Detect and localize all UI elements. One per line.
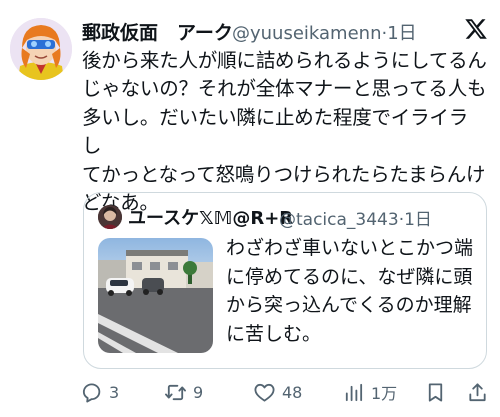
quoted-tweet-card[interactable]: ユースケ𝕏𝕄@R+R @tacica_3443·1日 わざわざ車いないとこかつ端… (83, 192, 487, 369)
author-name[interactable]: 郵政仮面 アーク (82, 18, 233, 45)
quoted-media-thumbnail[interactable] (98, 238, 213, 353)
reply-icon (82, 382, 101, 403)
share-icon (469, 382, 486, 401)
share-button[interactable] (466, 378, 489, 406)
bookmark-icon (428, 382, 443, 402)
quoted-author-avatar (98, 205, 122, 229)
tweet-action-bar: 3 9 48 1万 (80, 378, 492, 406)
quoted-tweet-text: わざわざ車いないとこかつ端 に停めてるのに、なぜ隣に頭 から突っ込んでくるのか理… (226, 237, 474, 345)
retweet-count: 9 (193, 382, 204, 402)
retweet-button[interactable]: 9 (164, 378, 203, 406)
like-button[interactable]: 48 (253, 378, 302, 406)
views-icon (345, 383, 363, 401)
quoted-timestamp: 1日 (404, 210, 432, 230)
quoted-author-meta: @tacica_3443·1日 (279, 205, 432, 230)
tweet-header: 郵政仮面 アーク @yuuseikamenn·1日 (82, 17, 490, 45)
quoted-avatar-image (98, 205, 122, 229)
author-handle[interactable]: @yuuseikamenn (232, 23, 381, 44)
x-logo-icon[interactable] (464, 17, 488, 41)
author-meta: @yuuseikamenn·1日 (232, 19, 417, 45)
reply-count: 3 (109, 382, 120, 402)
like-count: 48 (282, 382, 303, 402)
quoted-author-name: ユースケ𝕏𝕄@R+R (128, 208, 294, 229)
avatar-image (10, 18, 72, 80)
reply-button[interactable]: 3 (80, 378, 119, 406)
retweet-icon (165, 384, 186, 400)
bookmark-button[interactable] (424, 378, 447, 406)
heart-icon (254, 383, 275, 402)
author-avatar[interactable] (10, 18, 72, 80)
views-count: 1万 (371, 384, 398, 403)
tweet-timestamp[interactable]: 1日 (387, 23, 416, 44)
parking-lot-photo (98, 238, 213, 353)
quoted-author-handle: @tacica_3443 (279, 210, 399, 230)
views-button[interactable]: 1万 (342, 378, 397, 406)
